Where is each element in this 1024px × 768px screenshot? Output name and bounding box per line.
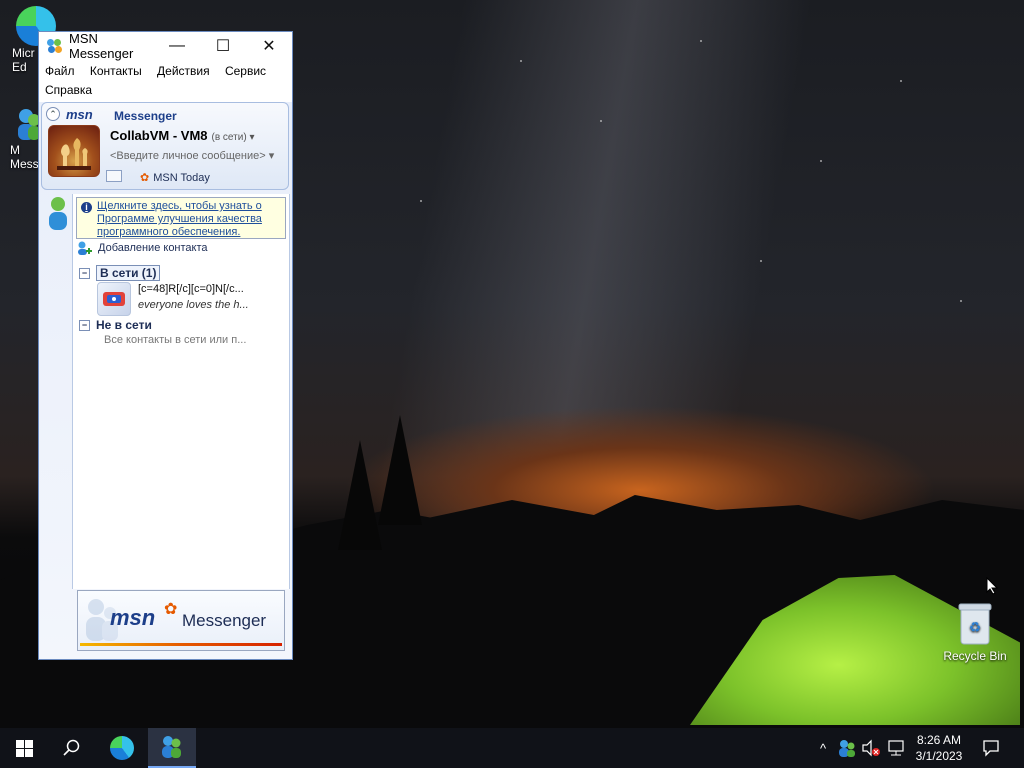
recycle-bin-icon: ♻: [958, 603, 992, 645]
menu-file[interactable]: Файл: [45, 64, 75, 78]
profile-header: ⌃ msn Messenger CollabVM - VM8 (в сети) ▾…: [41, 102, 289, 190]
msn-buddy-icon: [162, 736, 181, 758]
recycle-bin-label: Recycle Bin: [943, 649, 1007, 663]
menu-bar: Файл Контакты Действия Сервис Справка: [39, 60, 292, 100]
username-text: CollabVM - VM8: [110, 128, 208, 143]
maximize-button[interactable]: ☐: [200, 32, 246, 60]
mouse-cursor-icon: [986, 577, 998, 595]
clock-date: 3/1/2023: [915, 749, 963, 763]
personal-message-input[interactable]: <Введите личное сообщение> ▾: [110, 149, 274, 162]
group-online-label: В сети (1): [96, 265, 161, 281]
menu-help[interactable]: Справка: [45, 83, 92, 97]
contact-personal-message: everyone loves the h...: [138, 299, 249, 311]
volume-muted-icon[interactable]: [860, 738, 882, 758]
notification-center-button[interactable]: [968, 728, 1014, 768]
group-offline-label: Не в сети: [96, 318, 152, 332]
msn-today-link[interactable]: ✿ MSN Today: [106, 170, 210, 184]
windows-logo-icon: [15, 739, 33, 757]
add-contact-link[interactable]: Добавление контакта: [76, 241, 208, 255]
clock-time: 8:26 AM: [916, 733, 962, 747]
search-icon: [63, 739, 80, 756]
msn-logo: msn: [66, 107, 93, 122]
close-button[interactable]: ✕: [246, 32, 292, 60]
msn-banner-ad[interactable]: msn ✿ Messenger: [77, 590, 285, 651]
info-banner-text: Щелкните здесь, чтобы узнать о Программе…: [97, 200, 262, 238]
ad-msn-logo: msn: [110, 605, 156, 630]
group-online[interactable]: − В сети (1): [79, 265, 161, 281]
msn-messenger-window: MSN Messenger — ☐ ✕ Файл Контакты Действ…: [38, 31, 293, 660]
menu-tools[interactable]: Сервис: [225, 64, 266, 78]
menu-contacts[interactable]: Контакты: [90, 64, 142, 78]
username[interactable]: CollabVM - VM8 (в сети) ▾: [110, 128, 254, 143]
msn-butterfly-icon: ✿: [140, 172, 150, 184]
minimize-button[interactable]: —: [154, 32, 200, 60]
offline-note: Все контакты в сети или п...: [104, 334, 247, 346]
taskbar-msn-messenger[interactable]: [148, 728, 196, 768]
info-banner-link[interactable]: i Щелкните здесь, чтобы узнать о Програм…: [76, 197, 286, 239]
notification-icon: [983, 740, 999, 757]
ad-messenger-label: Messenger: [182, 611, 267, 630]
mail-icon[interactable]: [106, 170, 122, 182]
group-offline[interactable]: − Не в сети: [79, 318, 152, 332]
contact-avatar[interactable]: [97, 282, 131, 316]
contact-name[interactable]: [c=48]R[/c][c=0]N[/c...: [138, 283, 244, 295]
collapse-header-button[interactable]: ⌃: [46, 107, 60, 121]
search-button[interactable]: [48, 728, 96, 768]
messenger-label: Messenger: [114, 109, 177, 123]
msn-today-label: MSN Today: [153, 172, 210, 184]
add-contact-icon: [78, 241, 92, 255]
start-button[interactable]: [0, 728, 48, 768]
contact-picture-icon: [103, 292, 125, 306]
window-title: MSN Messenger: [69, 31, 134, 61]
main-panel: ⌃ msn Messenger CollabVM - VM8 (в сети) ▾…: [39, 102, 292, 659]
svg-text:♻: ♻: [969, 619, 982, 635]
user-avatar[interactable]: [48, 125, 100, 177]
ad-color-bar: [80, 643, 282, 646]
title-bar[interactable]: MSN Messenger — ☐ ✕: [39, 31, 292, 61]
system-tray: ^: [812, 728, 908, 768]
info-icon: i: [81, 202, 92, 213]
ad-butterfly-icon: ✿: [164, 601, 178, 618]
menu-actions[interactable]: Действия: [157, 64, 210, 78]
msn-tray-icon[interactable]: [836, 738, 858, 758]
chess-pieces-icon: [57, 138, 91, 170]
taskbar-clock[interactable]: 8:26 AM 3/1/2023: [904, 732, 974, 764]
taskbar-edge[interactable]: [98, 728, 146, 768]
msn-buddy-icon: [47, 38, 63, 54]
status-dropdown[interactable]: (в сети) ▾: [212, 132, 255, 143]
group-offline-toggle[interactable]: −: [79, 320, 90, 332]
contacts-buddy-icon: [49, 197, 67, 230]
desktop-icon-recycle-bin[interactable]: ♻ Recycle Bin: [940, 600, 1010, 663]
group-online-toggle[interactable]: −: [79, 268, 90, 280]
add-contact-label: Добавление контакта: [98, 242, 208, 254]
taskbar: ^ 8:26 AM 3/1/2023: [0, 728, 1024, 768]
edge-icon: [110, 736, 134, 760]
tray-overflow-chevron[interactable]: ^: [812, 741, 834, 756]
